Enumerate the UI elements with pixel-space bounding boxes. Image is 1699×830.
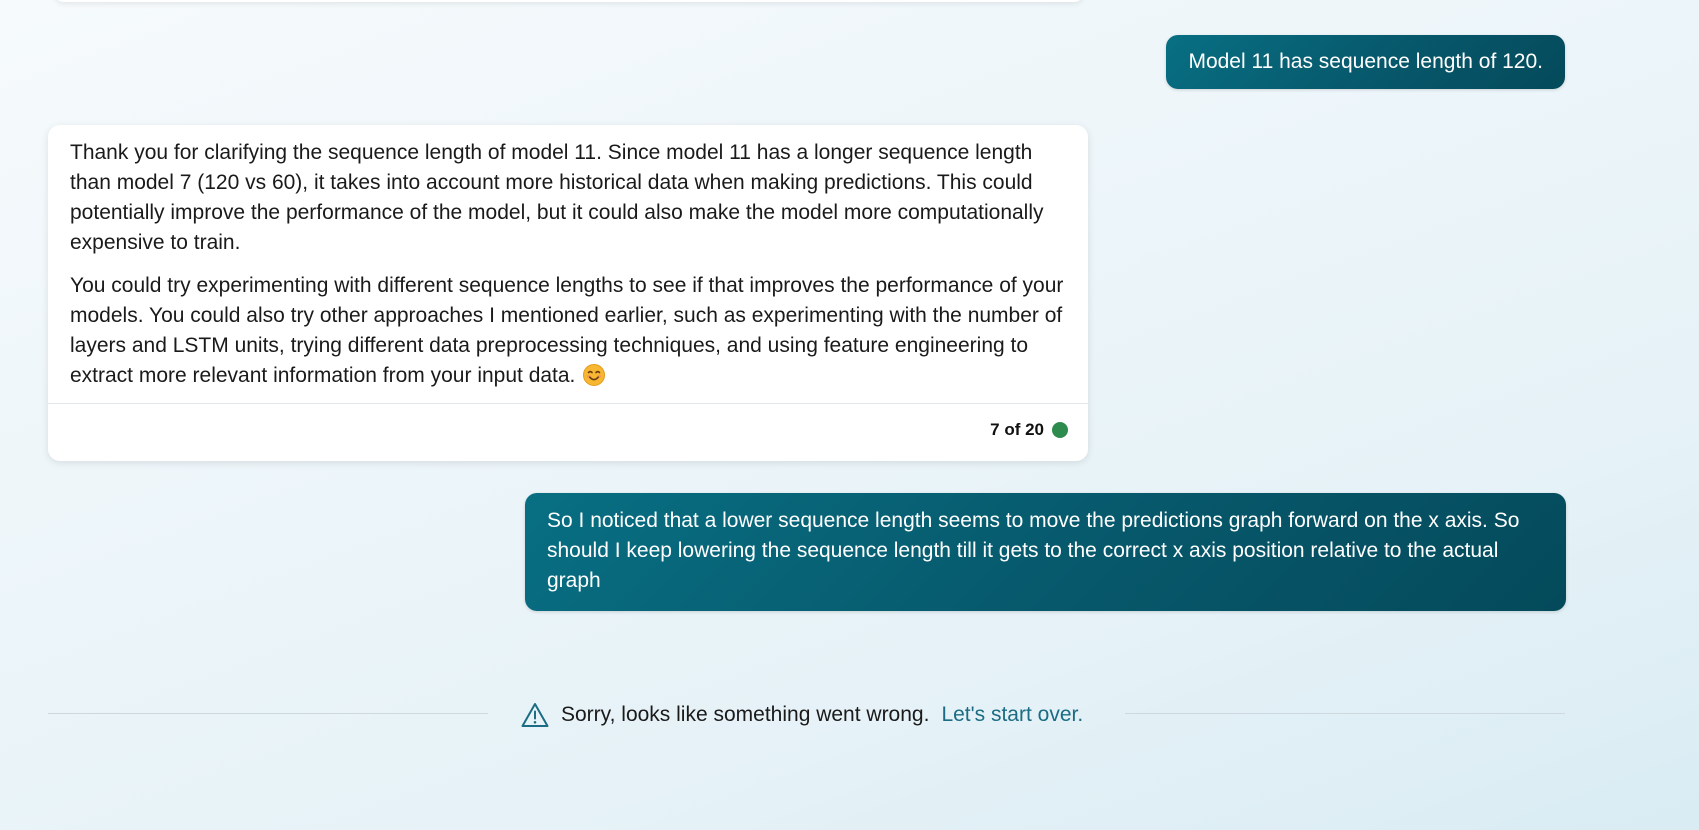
previous-message-card-edge (54, 0, 1084, 2)
turn-counter-text: 7 of 20 (990, 420, 1044, 439)
user-message-bubble: So I noticed that a lower sequence lengt… (525, 493, 1566, 611)
error-message: Sorry, looks like something went wrong. … (521, 700, 1083, 730)
error-banner: Sorry, looks like something went wrong. … (48, 700, 1565, 730)
user-message-text: So I noticed that a lower sequence lengt… (547, 509, 1520, 592)
status-dot-icon (1052, 422, 1068, 438)
warning-triangle-icon (521, 703, 549, 727)
smiling-face-icon (583, 364, 606, 386)
divider (48, 713, 488, 714)
bot-message-footer: 7 of 20 (48, 403, 1088, 461)
bot-message-card: Thank you for clarifying the sequence le… (48, 125, 1088, 461)
error-text: Sorry, looks like something went wrong. (561, 703, 930, 726)
bot-paragraph: Thank you for clarifying the sequence le… (70, 141, 1044, 254)
bot-paragraph-with-emoji: You could try experimenting with differe… (70, 271, 1066, 391)
bot-paragraph-text: You could try experimenting with differe… (70, 274, 1064, 387)
user-message-text: Model 11 has sequence length of 120. (1188, 50, 1543, 73)
bot-message-body: Thank you for clarifying the sequence le… (48, 125, 1088, 391)
user-message-bubble: Model 11 has sequence length of 120. (1166, 35, 1565, 89)
turn-counter: 7 of 20 (990, 420, 1068, 440)
start-over-link[interactable]: Let's start over. (941, 700, 1083, 730)
divider (1125, 713, 1565, 714)
